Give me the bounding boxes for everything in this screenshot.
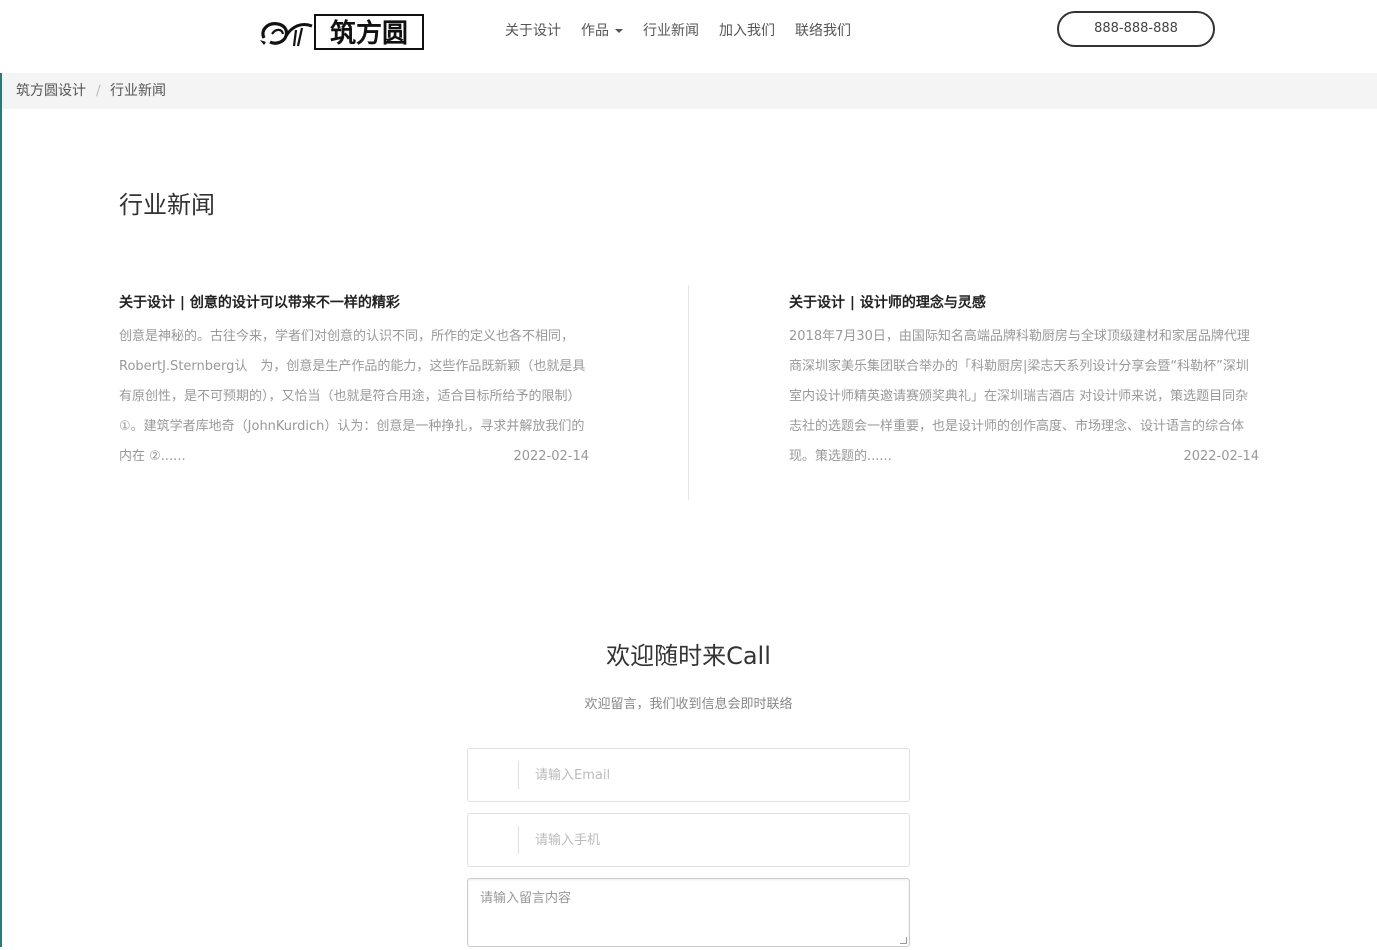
breadcrumb-separator: / (96, 83, 101, 99)
phone-button[interactable]: 888-888-888 (1057, 11, 1215, 47)
phone-field[interactable] (535, 814, 895, 866)
news-date: 2022-02-14 (1183, 449, 1259, 464)
email-field-group (467, 748, 910, 802)
news-card[interactable]: 关于设计 | 创意的设计可以带来不一样的精彩 创意是神秘的。古往今来，学者们对创… (119, 292, 594, 472)
caret-down-icon (615, 29, 623, 33)
phone-addon (468, 814, 519, 866)
message-textarea[interactable] (468, 879, 909, 946)
breadcrumb-home-link[interactable]: 筑方圆设计 (16, 73, 86, 109)
swan-logo-icon: 筑方圆 (260, 14, 424, 50)
nav-label: 联络我们 (795, 23, 851, 39)
contact-title: 欢迎随时来Call (606, 642, 771, 670)
news-date: 2022-02-14 (513, 449, 589, 464)
nav-label: 加入我们 (719, 23, 775, 39)
site-header: 筑方圆 关于设计 作品 行业新闻 加入我们 联络我们 888-888-888 (0, 0, 1377, 73)
breadcrumb-current: 行业新闻 (110, 83, 166, 99)
news-divider (688, 285, 689, 500)
breadcrumb: 筑方圆设计 / 行业新闻 (2, 73, 1377, 109)
resize-handle-icon[interactable] (900, 937, 907, 944)
nav-contact-us[interactable]: 联络我们 (786, 18, 860, 44)
message-field-group (467, 878, 910, 947)
nav-label: 作品 (581, 23, 609, 39)
news-title-link[interactable]: 关于设计 | 创意的设计可以带来不一样的精彩 (119, 292, 594, 314)
nav-label: 行业新闻 (643, 23, 699, 39)
nav-label: 关于设计 (505, 23, 561, 39)
nav-industry-news[interactable]: 行业新闻 (634, 18, 708, 44)
email-addon (468, 749, 519, 801)
nav-works-dropdown[interactable]: 作品 (572, 18, 632, 44)
site-logo[interactable]: 筑方圆 (258, 12, 426, 52)
email-field[interactable] (535, 749, 895, 801)
main-nav: 关于设计 作品 行业新闻 加入我们 联络我们 (496, 18, 862, 44)
news-card[interactable]: 关于设计 | 设计师的理念与灵感 2018年7月30日，由国际知名高端品牌科勒厨… (789, 292, 1264, 472)
logo-text: 筑方圆 (330, 18, 408, 49)
contact-subtitle: 欢迎留言，我们收到信息会即时联络 (584, 697, 793, 712)
news-title-link[interactable]: 关于设计 | 设计师的理念与灵感 (789, 292, 1264, 314)
page-title: 行业新闻 (119, 191, 215, 219)
phone-field-group (467, 813, 910, 867)
page-left-border (0, 0, 2, 947)
nav-about-design[interactable]: 关于设计 (496, 18, 570, 44)
nav-join-us[interactable]: 加入我们 (710, 18, 784, 44)
